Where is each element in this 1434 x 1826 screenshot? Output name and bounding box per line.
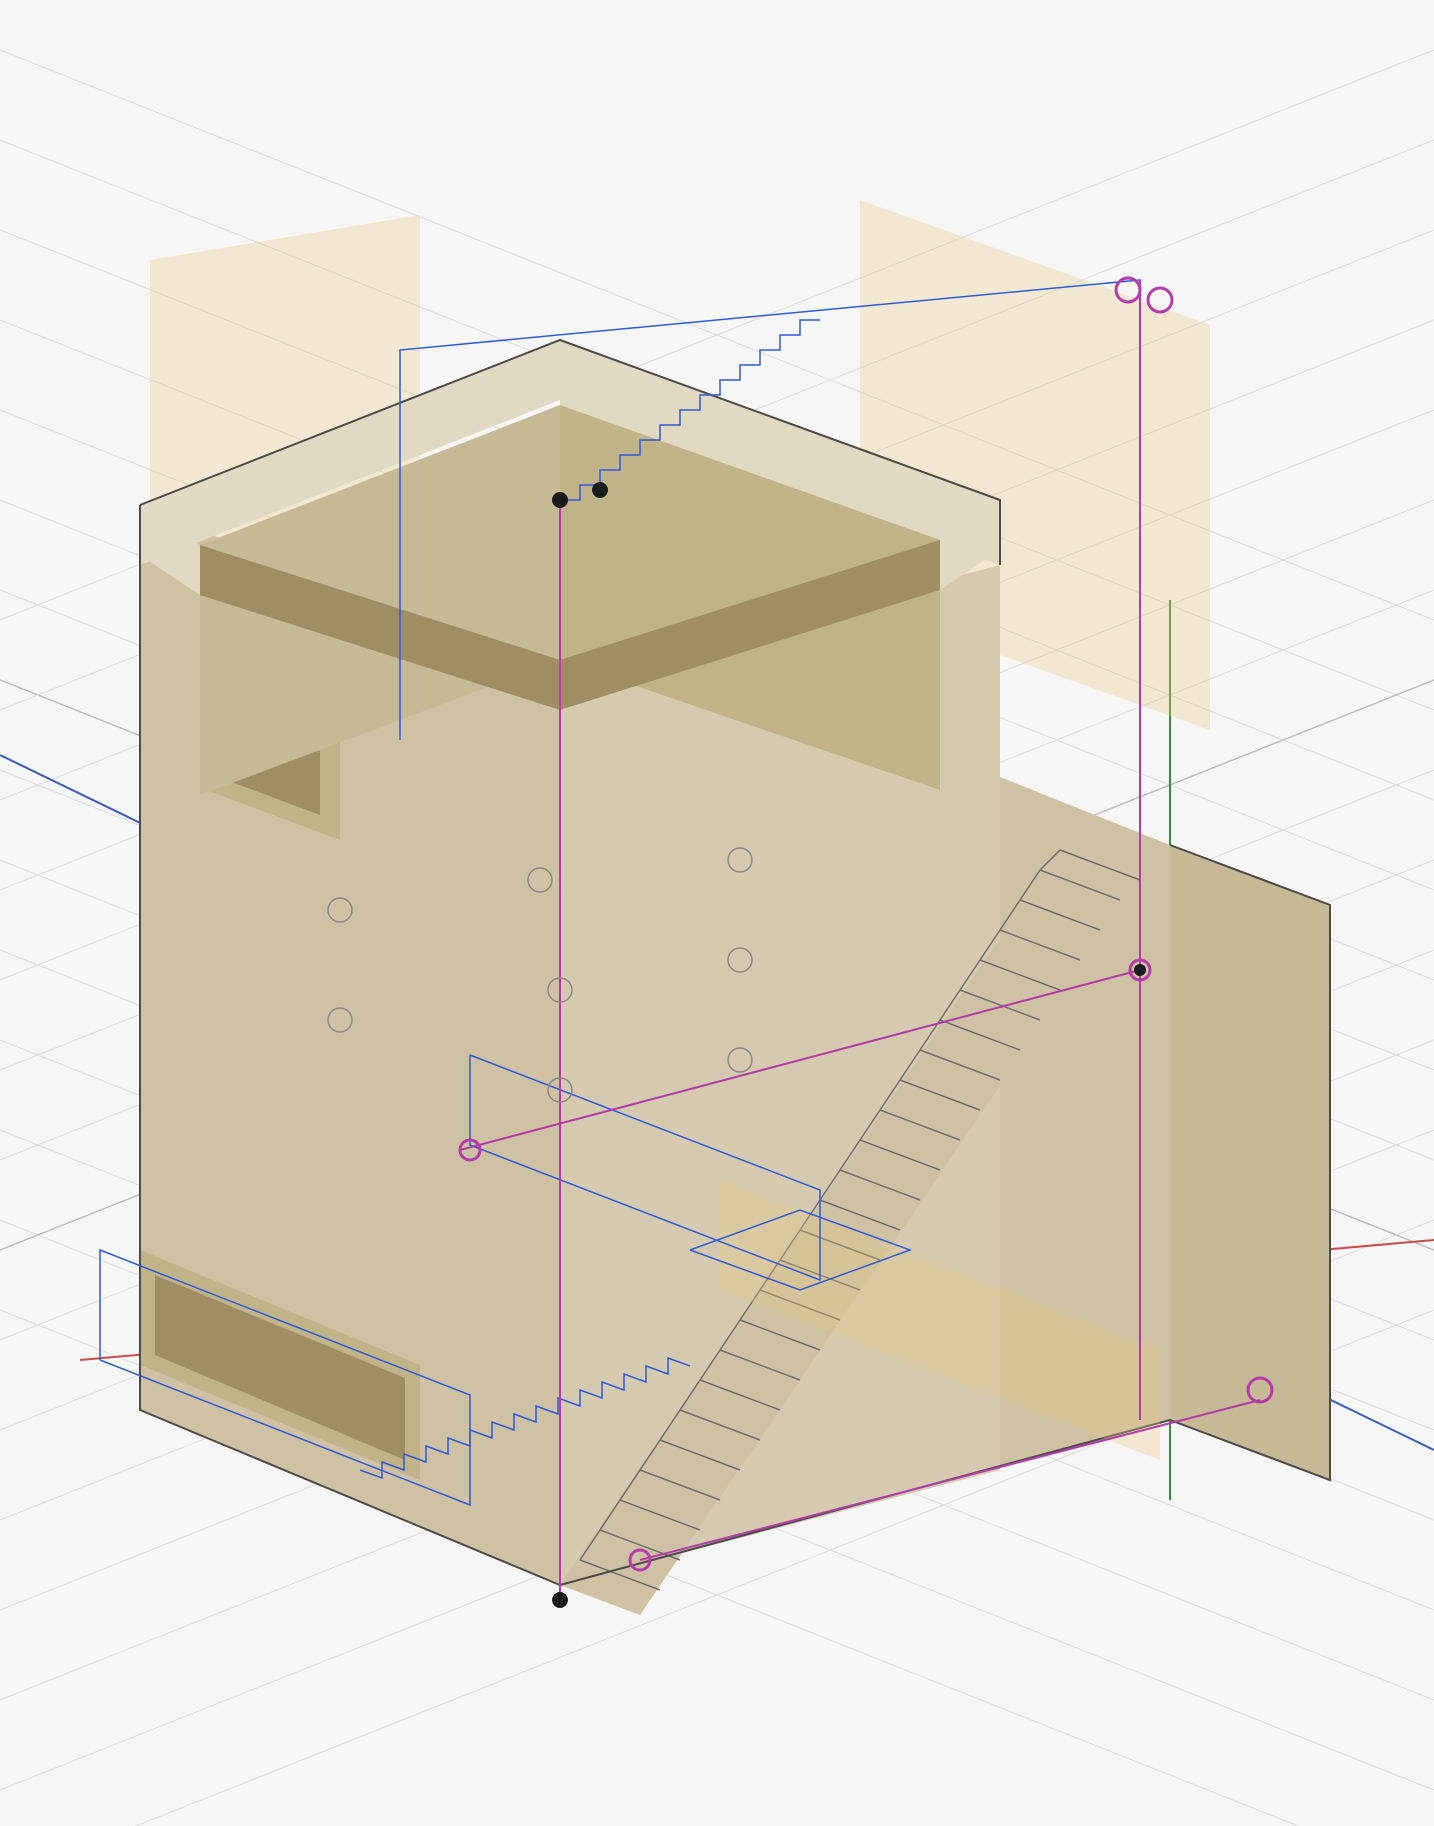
scene-svg[interactable] [0,0,1434,1826]
cad-3d-viewport[interactable]: X Y Z two-story building with stairs [0,0,1434,1826]
dot-top-a[interactable] [552,492,568,508]
dot-mid-right[interactable] [1134,964,1146,976]
dot-top-b[interactable] [592,482,608,498]
dot-base[interactable] [552,1592,568,1608]
